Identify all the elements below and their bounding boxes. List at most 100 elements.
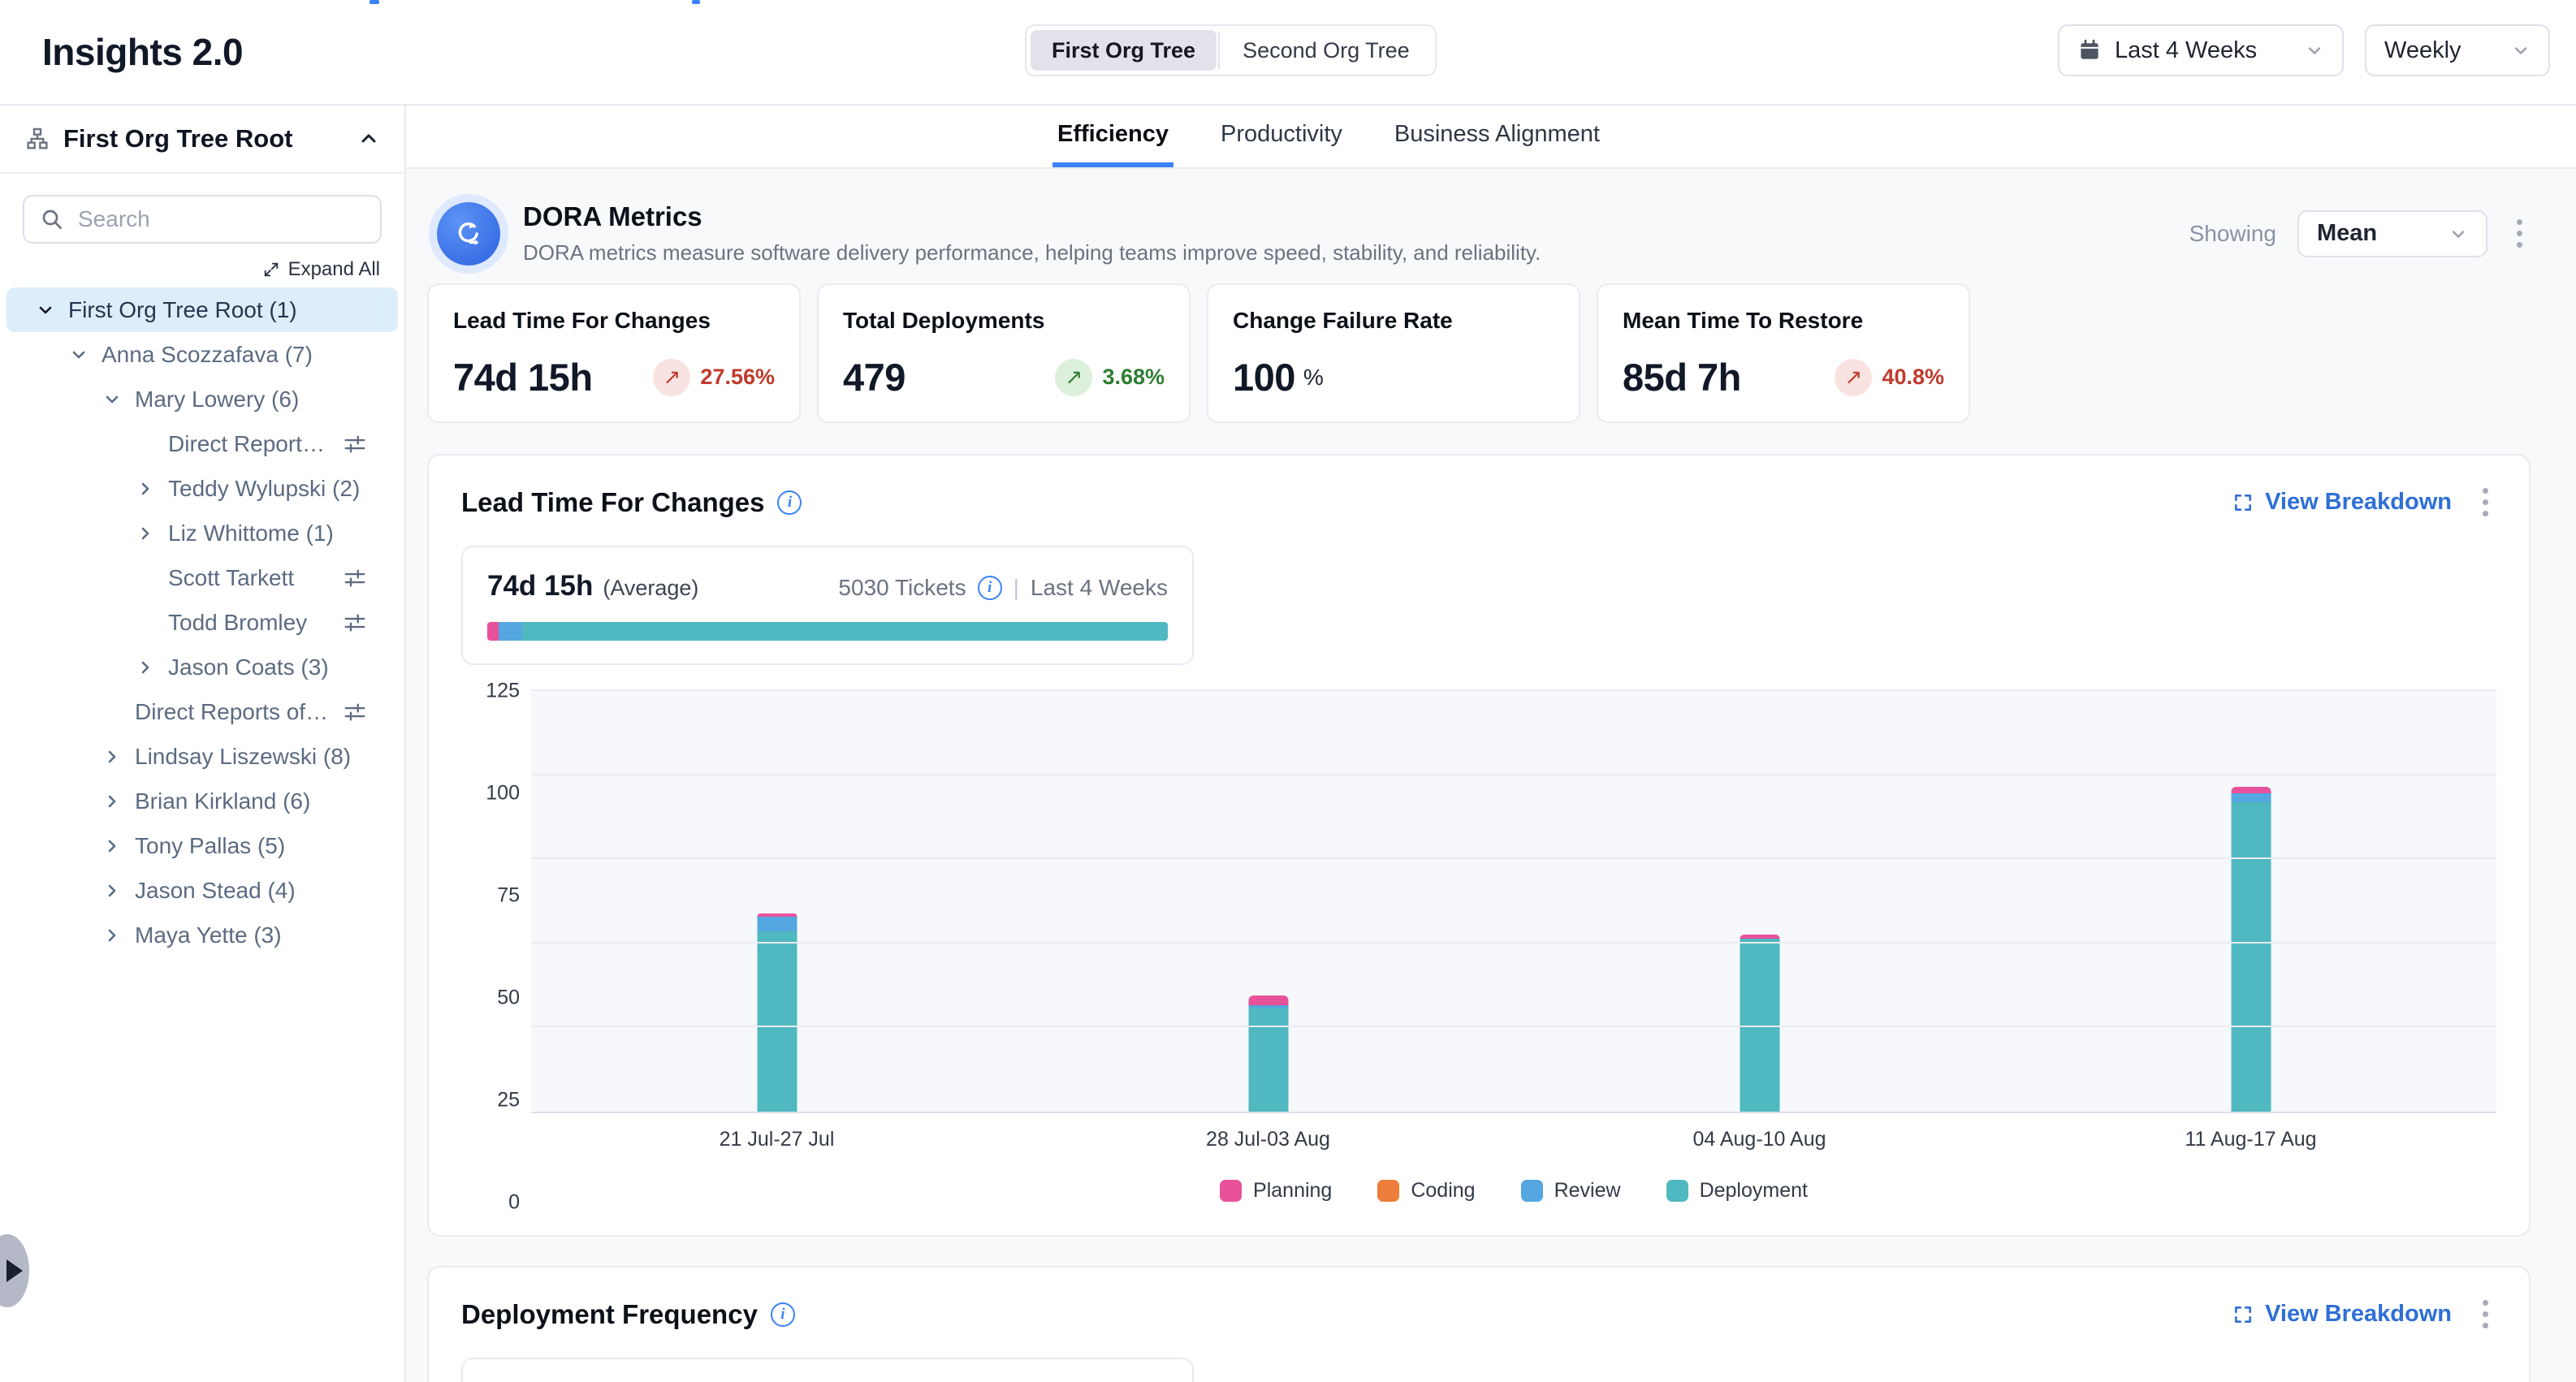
dora-kebab-menu[interactable] (2509, 214, 2531, 253)
chevron-right-icon[interactable] (99, 881, 125, 900)
gridline (531, 1026, 2496, 1027)
toggle-divider (1218, 32, 1220, 69)
date-range-select[interactable]: Last 4 Weeks (2058, 24, 2344, 76)
bar-segment-review (757, 917, 797, 932)
filter-settings-icon[interactable] (343, 566, 367, 590)
legend-item-review[interactable]: Review (1521, 1179, 1621, 1203)
chart-bar-slot (2005, 691, 2496, 1112)
toggle-first-org-tree[interactable]: First Org Tree (1031, 30, 1217, 71)
deployment-frequency-kebab-menu[interactable] (2474, 1295, 2496, 1333)
bar-segment-deployment (1740, 939, 1779, 1112)
progress-segment-deployment (522, 622, 1168, 641)
progress-segment-planning (487, 622, 499, 641)
info-icon[interactable]: i (978, 576, 1002, 600)
chevron-right-icon[interactable] (132, 479, 158, 499)
chart-legend: Planning Coding Review Deployment (531, 1179, 2496, 1203)
view-breakdown-button[interactable]: View Breakdown (2232, 1301, 2452, 1328)
tree-item[interactable]: Scott Tarkett (6, 555, 398, 600)
org-tree-sidebar: First Org Tree Root Expand All First Org… (0, 106, 406, 1382)
stacked-bar (757, 691, 797, 1112)
expand-all-button[interactable]: Expand All (24, 258, 380, 281)
chevron-down-icon[interactable] (66, 345, 92, 365)
info-icon[interactable]: i (777, 490, 802, 515)
lead-time-header: Lead Time For Changes i View Breakdown (461, 483, 2496, 521)
legend-item-coding[interactable]: Coding (1377, 1179, 1475, 1203)
metric-delta-badge: ↗40.8% (1835, 359, 1944, 396)
chevron-right-icon[interactable] (132, 524, 158, 543)
tree-item[interactable]: First Org Tree Root (1) (6, 287, 398, 332)
tree-item[interactable]: Teddy Wylupski (2) (6, 466, 398, 511)
header-controls: Last 4 Weeks Weekly (2058, 24, 2550, 76)
showing-value: Mean (2317, 220, 2377, 247)
showing-select[interactable]: Mean (2297, 210, 2487, 257)
tab-productivity[interactable]: Productivity (1216, 106, 1347, 167)
expand-corners-icon (2232, 492, 2254, 513)
tree-item[interactable]: Jason Stead (4) (6, 868, 398, 913)
clipped-text-fragment (692, 0, 700, 4)
metric-card-unit: % (1303, 365, 1324, 391)
deployment-frequency-title-wrap: Deployment Frequency i (461, 1299, 795, 1330)
tab-business-alignment[interactable]: Business Alignment (1390, 106, 1605, 167)
tree-item[interactable]: Lindsay Liszewski (8) (6, 734, 398, 779)
chevron-down-icon[interactable] (32, 300, 58, 320)
filter-settings-icon[interactable] (343, 700, 367, 724)
chart-y-axis: 0255075100125 (461, 691, 520, 1203)
bar-segment-review (2231, 793, 2271, 801)
dora-titles: DORA Metrics DORA metrics measure softwa… (523, 201, 1541, 266)
chevron-right-icon[interactable] (99, 926, 125, 945)
tree-item[interactable]: Mary Lowery (6) (6, 377, 398, 421)
filter-settings-icon[interactable] (343, 611, 367, 635)
tree-item[interactable]: Liz Whittome (1) (6, 511, 398, 555)
search-container (23, 195, 382, 244)
tree-item[interactable]: Direct Reports ... (6, 421, 398, 466)
chart-bar-slot (1022, 691, 1514, 1112)
filter-settings-icon[interactable] (343, 432, 367, 456)
legend-item-deployment[interactable]: Deployment (1666, 1179, 1808, 1203)
chevron-down-icon[interactable] (99, 390, 125, 409)
tree-item[interactable]: Tony Pallas (5) (6, 823, 398, 868)
legend-swatch (1377, 1180, 1399, 1202)
tree-item[interactable]: Anna Scozzafava (7) (6, 332, 398, 377)
toggle-second-org-tree[interactable]: Second Org Tree (1221, 30, 1431, 71)
expand-all-label: Expand All (288, 258, 380, 281)
tree-item-label: First Org Tree Root (1) (68, 297, 297, 323)
cycle-arrow-icon (437, 202, 500, 266)
search-input[interactable] (23, 195, 382, 244)
collapse-sidebar-icon[interactable] (357, 127, 380, 150)
chart-x-axis: 21 Jul-27 Jul28 Jul-03 Aug04 Aug-10 Aug1… (531, 1128, 2496, 1151)
chevron-right-icon[interactable] (99, 747, 125, 767)
metric-card-title: Total Deployments (843, 308, 1165, 334)
view-breakdown-label: View Breakdown (2265, 1301, 2452, 1328)
chevron-right-icon[interactable] (99, 792, 125, 811)
info-icon[interactable]: i (771, 1302, 795, 1327)
stacked-bar (1740, 691, 1779, 1112)
tree-item[interactable]: Brian Kirkland (6) (6, 779, 398, 823)
page-title: Insights 2.0 (42, 30, 243, 74)
chart-plot (531, 691, 2496, 1113)
tab-efficiency[interactable]: Efficiency (1052, 106, 1173, 167)
metric-card: Mean Time To Restore85d 7h↗40.8% (1597, 283, 1970, 423)
metric-card-value: 85d 7h (1623, 355, 1741, 399)
metric-card-value-row: 74d 15h↗27.56% (453, 355, 775, 399)
gridline (531, 857, 2496, 859)
tree-item[interactable]: Direct Reports of A... (6, 689, 398, 734)
view-breakdown-button[interactable]: View Breakdown (2232, 489, 2452, 516)
tree-item[interactable]: Todd Bromley (6, 600, 398, 645)
org-hierarchy-icon (24, 126, 50, 152)
tree-item-label: Direct Reports ... (168, 431, 333, 457)
chevron-right-icon[interactable] (99, 836, 125, 856)
average-label: (Average) (603, 576, 698, 601)
tree-item[interactable]: Maya Yette (3) (6, 913, 398, 957)
org-tree: First Org Tree Root (1) Anna Scozzafava (… (0, 287, 404, 957)
phase-progress-bar (487, 622, 1168, 641)
legend-item-planning[interactable]: Planning (1220, 1179, 1332, 1203)
tickets-count: 5030 Tickets (838, 575, 966, 601)
tree-item[interactable]: Jason Coats (3) (6, 645, 398, 689)
chevron-right-icon[interactable] (132, 658, 158, 677)
metric-card-value: 100 (1233, 355, 1295, 399)
deployment-frequency-header: Deployment Frequency i View Breakdown (461, 1295, 2496, 1333)
deployment-frequency-summary (461, 1358, 1194, 1382)
lead-time-kebab-menu[interactable] (2474, 483, 2496, 521)
granularity-select[interactable]: Weekly (2365, 24, 2550, 76)
sidebar-title: First Org Tree Root (63, 124, 292, 153)
